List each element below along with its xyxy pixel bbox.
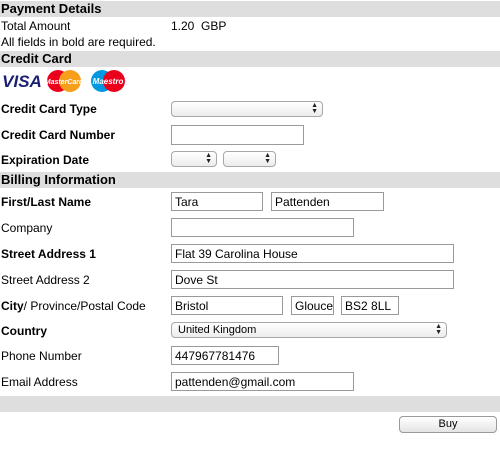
email-label: Email Address [1,375,78,389]
visa-logo-text: VISA [2,72,42,91]
street1-label: Street Address 1 [1,247,96,261]
total-amount-label: Total Amount [1,19,71,33]
select-arrows-icon: ▲ ▼ [264,152,271,165]
email-input[interactable]: pattenden@gmail.com [171,372,354,391]
card-number-label: Credit Card Number [1,128,116,142]
card-number-input[interactable] [171,125,304,145]
footer-bar [0,396,500,412]
card-type-label: Credit Card Type [1,102,97,116]
expiration-date-label: Expiration Date [1,153,90,167]
required-note: All fields in bold are required. [1,35,156,49]
postal-code-input[interactable]: BS2 8LL [341,296,399,315]
buy-button[interactable]: Buy [399,416,497,433]
card-type-select[interactable]: ▲ ▼ [171,101,323,117]
last-name-input[interactable]: Pattenden [271,192,384,211]
credit-card-header: Credit Card [0,51,500,67]
country-value: United Kingdom [178,324,257,336]
total-amount-value: 1.20 [171,19,195,33]
phone-input[interactable]: 447967781476 [171,346,279,365]
country-label: Country [1,324,47,338]
expiry-year-select[interactable]: ▲ ▼ [223,151,276,167]
city-label: City/ Province/Postal Code [1,299,146,313]
maestro-logo: Maestro [88,69,128,93]
payment-details-header: Payment Details [0,1,500,17]
mastercard-logo-text: MasterCard [45,79,84,86]
company-label: Company [1,221,53,235]
province-input[interactable]: Glouce [291,296,334,315]
name-label: First/Last Name [1,195,92,209]
visa-logo: VISA [2,69,42,93]
phone-label: Phone Number [1,349,82,363]
street1-input[interactable]: Flat 39 Carolina House [171,244,454,263]
city-input[interactable]: Bristol [171,296,283,315]
expiry-month-select[interactable]: ▲ ▼ [171,151,217,167]
select-arrows-icon: ▲ ▼ [311,102,318,115]
maestro-logo-text: Maestro [93,77,124,86]
select-arrows-icon: ▲ ▼ [205,152,212,165]
billing-information-header: Billing Information [0,172,500,188]
city-label-rest: / Province/Postal Code [23,299,146,313]
currency-label: GBP [201,19,227,33]
mastercard-logo: MasterCard [44,69,84,93]
company-input[interactable] [171,218,354,237]
select-arrows-icon: ▲ ▼ [435,323,442,336]
street2-input[interactable]: Dove St [171,270,454,289]
first-name-input[interactable]: Tara [171,192,263,211]
street2-label: Street Address 2 [1,273,90,287]
country-select[interactable]: United Kingdom ▲ ▼ [171,322,447,338]
city-label-required: City [1,299,24,313]
